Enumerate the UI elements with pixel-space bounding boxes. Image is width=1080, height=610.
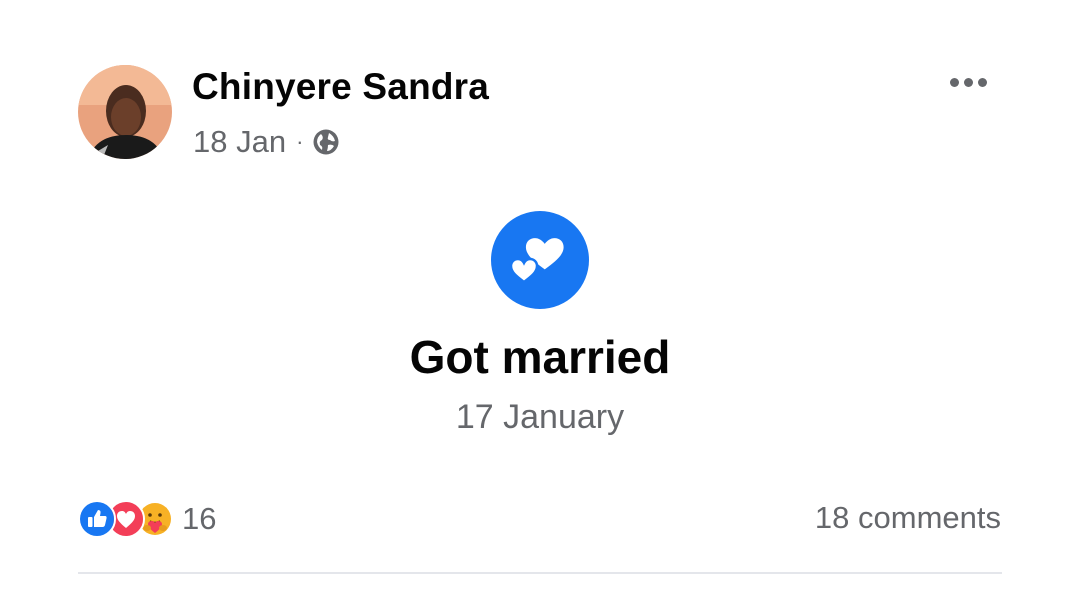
meta-separator: · [296,129,304,154]
author-name[interactable]: Chinyere Sandra [192,66,489,108]
more-dot [949,77,959,87]
life-event-date: 17 January [455,398,625,436]
more-options-icon[interactable] [942,64,994,100]
post-meta: 18 Jan · [193,124,340,160]
comments-count-link[interactable]: 18 comments [815,500,1001,536]
post-card: Chinyere Sandra 18 Jan · Got married 17 … [0,0,1080,610]
reactions-summary[interactable]: 16 [78,500,216,538]
like-reaction-icon [78,500,116,538]
globe-icon [312,128,340,156]
post-timestamp[interactable]: 18 Jan [193,124,286,160]
avatar[interactable] [78,65,172,159]
more-dot [963,77,973,87]
hearts-icon [491,211,589,309]
reaction-count: 16 [182,501,217,536]
life-event-title: Got married [409,331,671,383]
more-dot [977,77,987,87]
divider [78,572,1002,574]
